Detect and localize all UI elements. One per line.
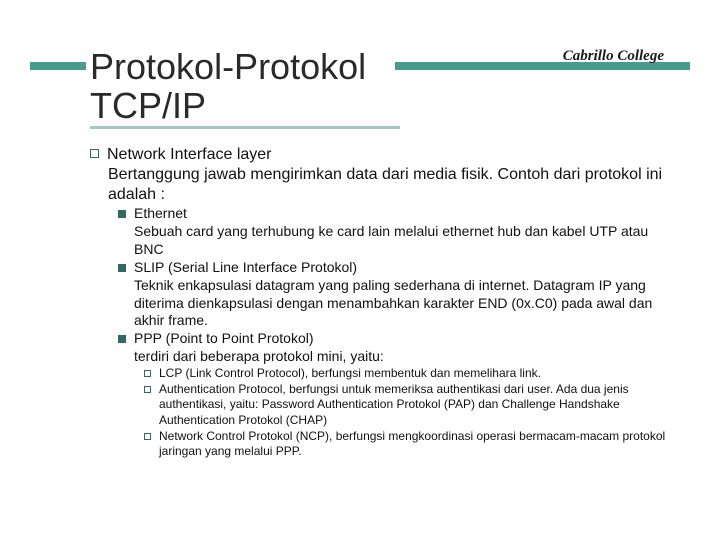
title-line-1: Protokol-Protokol [90, 46, 366, 87]
bullet-l3: Network Control Protokol (NCP), berfungs… [144, 429, 680, 460]
l3-txt-2: Network Control Protokol (NCP), berfungs… [159, 429, 680, 460]
bullet-l3: LCP (Link Control Protocol), berfungsi m… [144, 366, 680, 382]
l2-head-1: SLIP (Serial Line Interface Protokol) [134, 259, 357, 277]
l2-body-0: Sebuah card yang terhubung ke card lain … [134, 223, 680, 259]
filled-square-icon [118, 210, 126, 218]
filled-square-icon [118, 335, 126, 343]
bullet-l1: Network Interface layer [90, 145, 680, 165]
slide-content: Network Interface layer Bertanggung jawa… [90, 145, 680, 460]
l2-body-1: Teknik enkapsulasi datagram yang paling … [134, 277, 680, 331]
title-underline [90, 126, 400, 129]
hollow-square-icon [144, 386, 151, 393]
l3-txt-0: LCP (Link Control Protocol), berfungsi m… [159, 366, 541, 382]
l3-txt-1: Authentication Protocol, berfungsi untuk… [159, 382, 680, 429]
l2-body-2: terdiri dari beberapa protokol mini, yai… [134, 348, 680, 366]
bullet-l2: SLIP (Serial Line Interface Protokol) [118, 259, 680, 277]
l2-head-0: Ethernet [134, 205, 187, 223]
l2-head-2: PPP (Point to Point Protokol) [134, 330, 314, 348]
bullet-l3: Authentication Protocol, berfungsi untuk… [144, 382, 680, 429]
hollow-square-icon [144, 433, 151, 440]
hollow-square-icon [90, 149, 99, 158]
bullet-l2: PPP (Point to Point Protokol) [118, 330, 680, 348]
filled-square-icon [118, 264, 126, 272]
hollow-square-icon [144, 370, 151, 377]
slide-title: Protokol-Protokol TCP/IP [90, 48, 366, 126]
bullet-l2: Ethernet [118, 205, 680, 223]
title-line-2: TCP/IP [90, 85, 206, 126]
accent-bar-left [30, 62, 86, 70]
l1-body: Bertanggung jawab mengirimkan data dari … [108, 165, 680, 205]
brand-label: Cabrillo College [563, 48, 664, 65]
l1-head: Network Interface layer [107, 145, 272, 165]
